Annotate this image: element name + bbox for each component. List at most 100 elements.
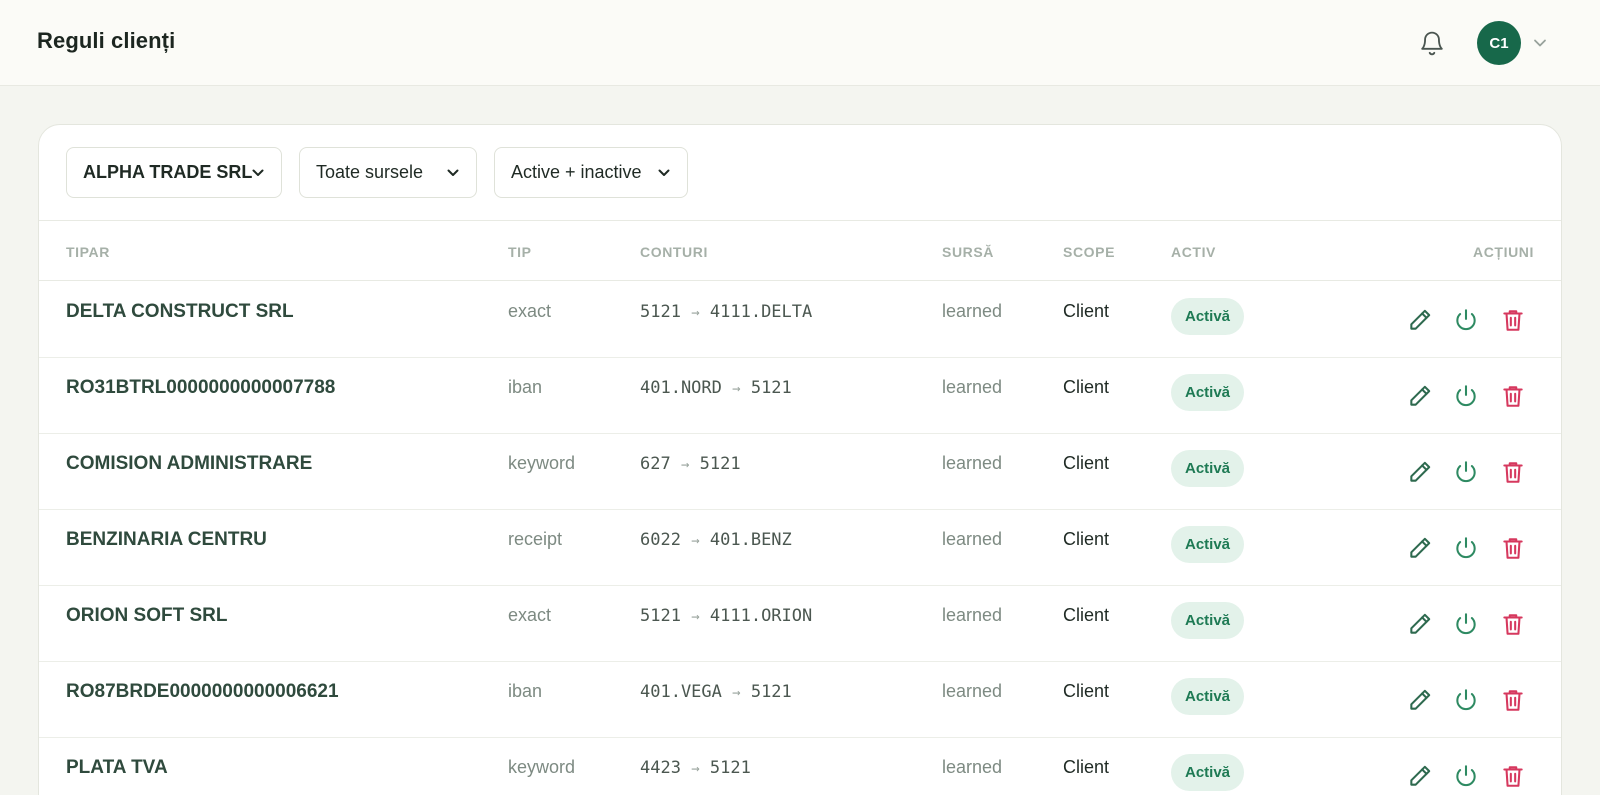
source-cell: learned (942, 605, 1003, 625)
arrow-icon: → (732, 381, 741, 397)
account-from: 401.VEGA (640, 682, 722, 702)
accounts-cell: 401.VEGA → 5121 (640, 682, 792, 702)
account-to: 401.BENZ (709, 530, 792, 550)
status-filter[interactable]: Active + inactive (494, 147, 688, 198)
accounts-cell: 5121 → 4111.DELTA (640, 302, 812, 322)
pencil-icon[interactable] (1407, 687, 1433, 713)
column-header-actiuni: ACȚIUNI (1473, 244, 1534, 260)
filter-bar: ALPHA TRADE SRL Toate sursele Active + i… (39, 125, 1561, 221)
power-icon[interactable] (1453, 383, 1479, 409)
company-filter[interactable]: ALPHA TRADE SRL (66, 147, 282, 198)
trash-icon[interactable] (1500, 307, 1526, 333)
source-filter[interactable]: Toate sursele (299, 147, 477, 198)
accounts-cell: 627 → 5121 (640, 454, 741, 474)
account-to: 4111.ORION (709, 606, 813, 626)
table-row: DELTA CONSTRUCT SRL exact 5121 → 4111.DE… (39, 281, 1561, 358)
accounts-cell: 401.NORD → 5121 (640, 378, 792, 398)
pencil-icon[interactable] (1407, 535, 1433, 561)
type-cell: iban (508, 681, 543, 701)
type-cell: receipt (508, 529, 563, 549)
arrow-icon: → (732, 685, 741, 701)
account-to: 4111.DELTA (709, 302, 813, 322)
column-header-conturi[interactable]: CONTURI (640, 244, 708, 260)
type-cell: keyword (508, 453, 576, 473)
pattern-cell: COMISION ADMINISTRARE (66, 453, 313, 474)
account-from: 5121 (640, 606, 681, 626)
power-icon[interactable] (1453, 535, 1479, 561)
trash-icon[interactable] (1500, 611, 1526, 637)
status-badge: Activă (1171, 602, 1245, 639)
column-header-activ[interactable]: ACTIV (1171, 244, 1216, 260)
scope-cell: Client (1063, 757, 1110, 777)
status-badge: Activă (1171, 526, 1245, 563)
arrow-icon: → (691, 609, 700, 625)
bell-icon[interactable] (1418, 28, 1446, 58)
trash-icon[interactable] (1500, 687, 1526, 713)
table-row: ORION SOFT SRL exact 5121 → 4111.ORION l… (39, 585, 1561, 662)
status-badge: Activă (1171, 450, 1245, 487)
power-icon[interactable] (1453, 611, 1479, 637)
account-from: 6022 (640, 530, 681, 550)
pencil-icon[interactable] (1407, 763, 1433, 789)
chevron-down-icon (252, 169, 264, 176)
pencil-icon[interactable] (1407, 307, 1433, 333)
account-to: 5121 (750, 682, 792, 702)
column-header-tipar[interactable]: TIPAR (66, 244, 110, 260)
arrow-icon: → (691, 533, 700, 549)
scope-cell: Client (1063, 681, 1110, 701)
top-bar: Reguli clienți C1 (0, 0, 1600, 86)
status-badge: Activă (1171, 678, 1245, 715)
scope-cell: Client (1063, 377, 1110, 397)
rules-card: ALPHA TRADE SRL Toate sursele Active + i… (38, 124, 1562, 795)
column-header-scope[interactable]: SCOPE (1063, 244, 1115, 260)
company-filter-label: ALPHA TRADE SRL (83, 162, 253, 182)
account-from: 627 (640, 454, 671, 474)
source-cell: learned (942, 757, 1003, 777)
table-row: PLATA TVA keyword 4423 → 5121 learned Cl… (39, 737, 1561, 795)
status-filter-label: Active + inactive (511, 162, 642, 182)
account-from: 4423 (640, 758, 681, 778)
source-cell: learned (942, 377, 1003, 397)
pattern-cell: BENZINARIA CENTRU (66, 529, 267, 550)
pattern-cell: DELTA CONSTRUCT SRL (66, 301, 294, 322)
accounts-cell: 6022 → 401.BENZ (640, 530, 792, 550)
power-icon[interactable] (1453, 307, 1479, 333)
status-badge: Activă (1171, 374, 1245, 411)
arrow-icon: → (691, 761, 700, 777)
avatar[interactable]: C1 (1477, 21, 1521, 65)
power-icon[interactable] (1453, 763, 1479, 789)
trash-icon[interactable] (1500, 763, 1526, 789)
source-cell: learned (942, 301, 1003, 321)
scope-cell: Client (1063, 301, 1110, 321)
column-header-tip[interactable]: TIP (508, 244, 532, 260)
table-row: RO87BRDE0000000000006621 iban 401.VEGA →… (39, 661, 1561, 738)
arrow-icon: → (680, 457, 690, 473)
account-from: 5121 (640, 302, 681, 322)
pencil-icon[interactable] (1407, 459, 1433, 485)
source-filter-label: Toate sursele (316, 162, 424, 182)
trash-icon[interactable] (1500, 535, 1526, 561)
pencil-icon[interactable] (1407, 383, 1433, 409)
scope-cell: Client (1063, 529, 1110, 549)
status-badge: Activă (1171, 298, 1245, 335)
account-to: 5121 (699, 454, 741, 474)
trash-icon[interactable] (1500, 383, 1526, 409)
chevron-down-icon (447, 169, 459, 176)
type-cell: exact (508, 301, 552, 321)
column-header-sursa[interactable]: SURSĂ (942, 244, 994, 260)
arrow-icon: → (691, 305, 700, 321)
pencil-icon[interactable] (1407, 611, 1433, 637)
source-cell: learned (942, 681, 1003, 701)
power-icon[interactable] (1453, 459, 1479, 485)
pattern-cell: RO31BTRL0000000000007788 (66, 377, 336, 398)
account-from: 401.NORD (640, 378, 722, 398)
source-cell: learned (942, 529, 1003, 549)
accounts-cell: 5121 → 4111.ORION (640, 606, 812, 626)
power-icon[interactable] (1453, 687, 1479, 713)
status-badge: Activă (1171, 754, 1245, 791)
chevron-down-icon[interactable] (1532, 36, 1548, 50)
table-row: RO31BTRL0000000000007788 iban 401.NORD →… (39, 357, 1561, 434)
scope-cell: Client (1063, 605, 1110, 625)
trash-icon[interactable] (1500, 459, 1526, 485)
type-cell: keyword (508, 757, 576, 777)
